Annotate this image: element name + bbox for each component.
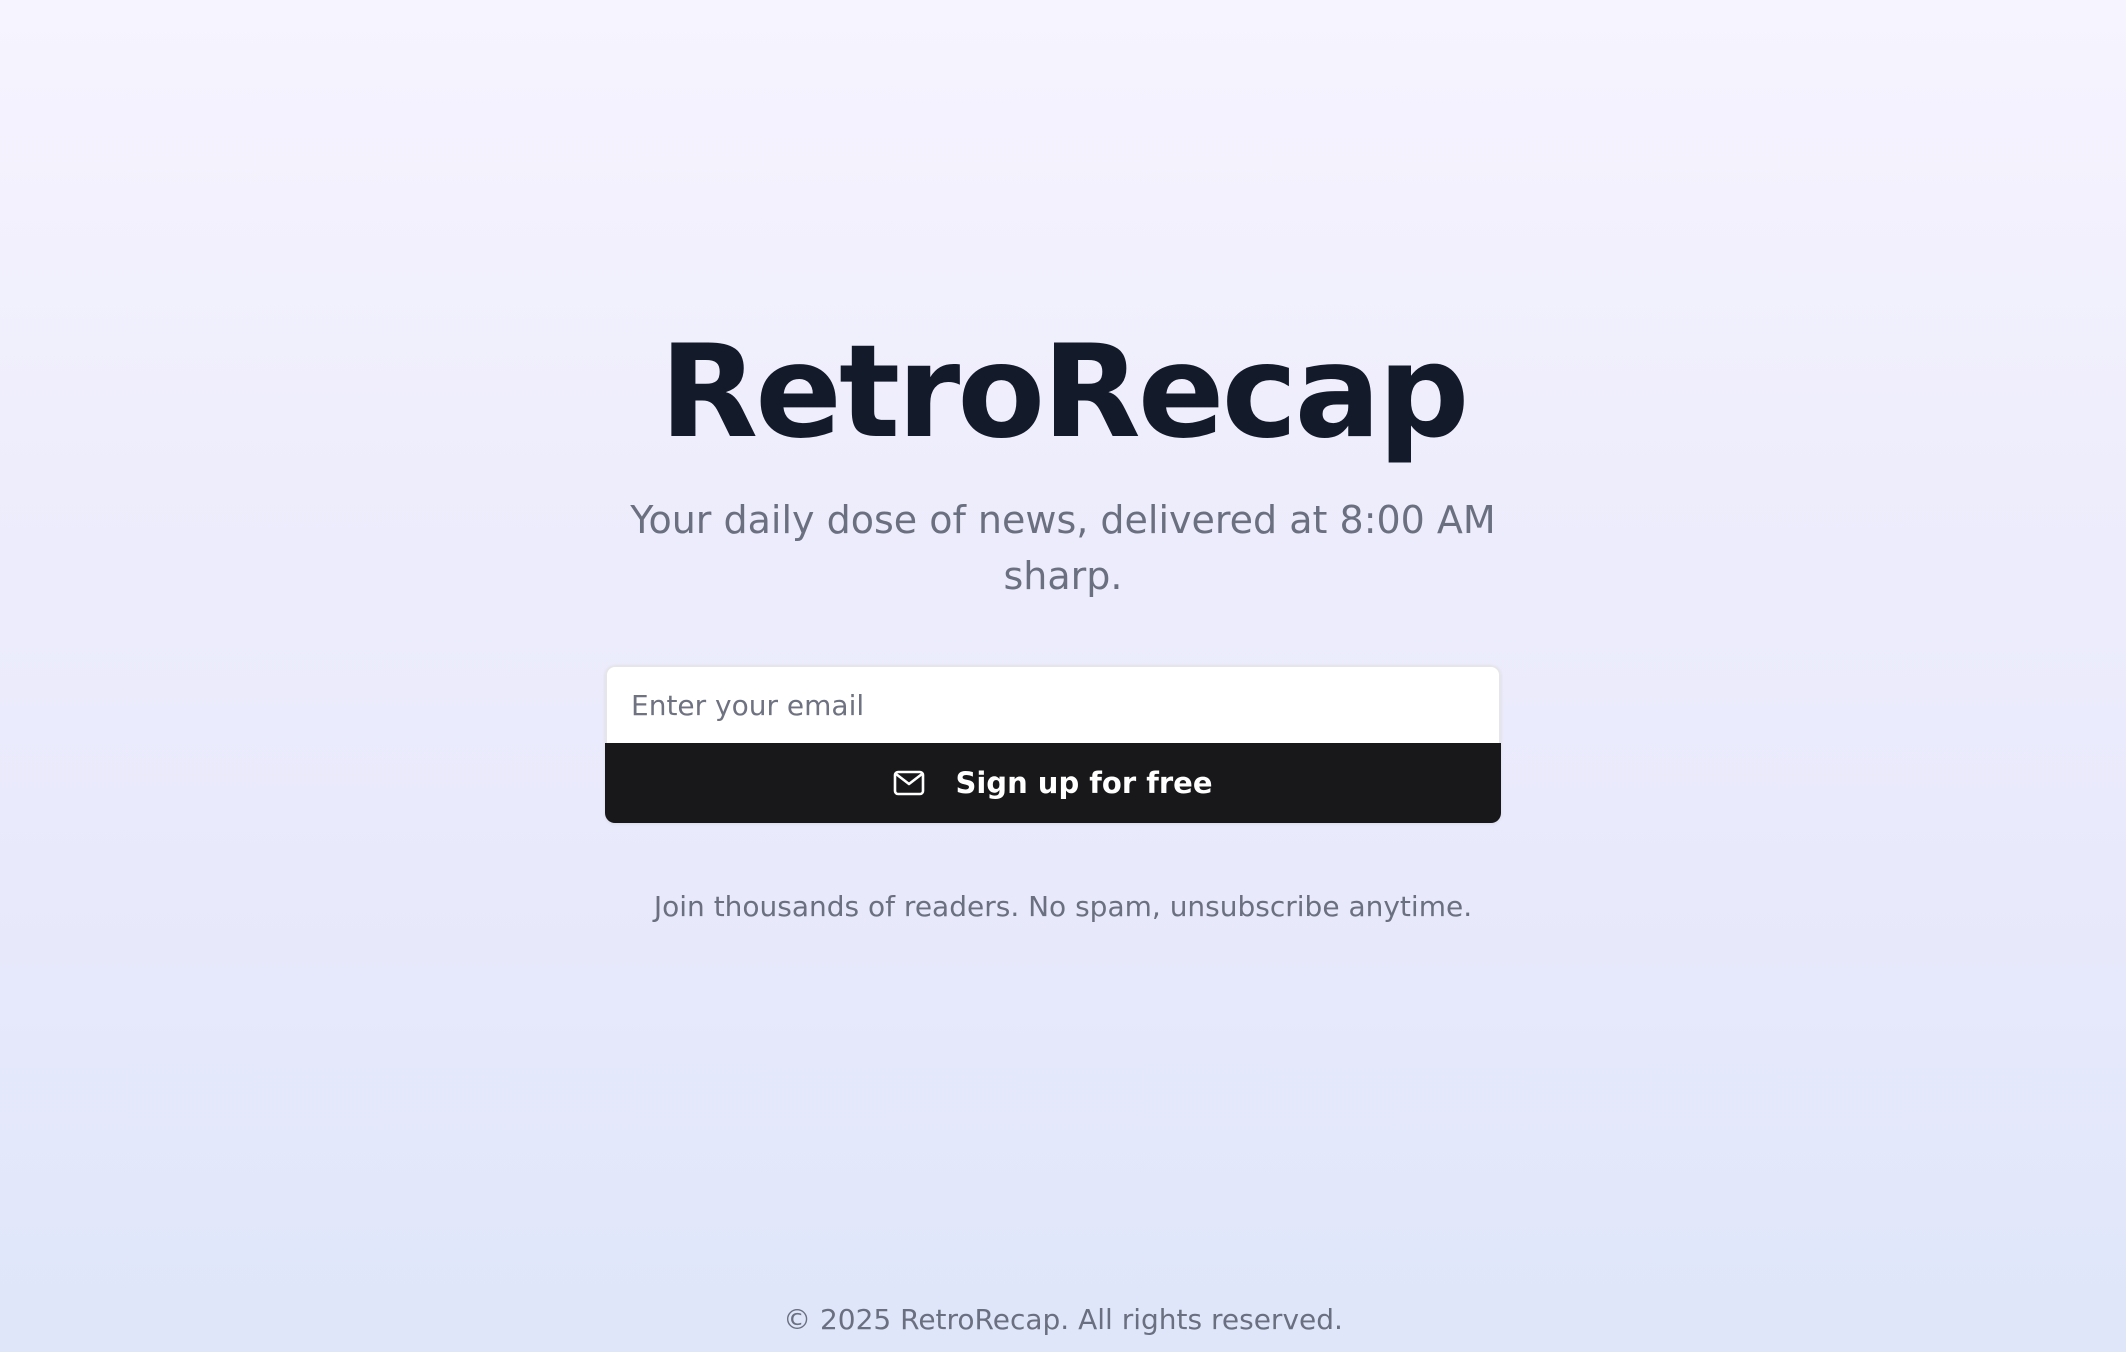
signup-form: Sign up for free	[605, 665, 1501, 823]
signup-note: Join thousands of readers. No spam, unsu…	[653, 890, 1473, 923]
signup-button-label: Sign up for free	[955, 766, 1213, 800]
site-title: RetroRecap	[659, 318, 1470, 467]
mail-icon	[894, 770, 925, 796]
email-input[interactable]	[605, 665, 1501, 743]
tagline: Your daily dose of news, delivered at 8:…	[630, 498, 1496, 598]
footer-copyright: © 2025 RetroRecap. All rights reserved.	[783, 1303, 1343, 1336]
signup-button[interactable]: Sign up for free	[605, 743, 1501, 823]
